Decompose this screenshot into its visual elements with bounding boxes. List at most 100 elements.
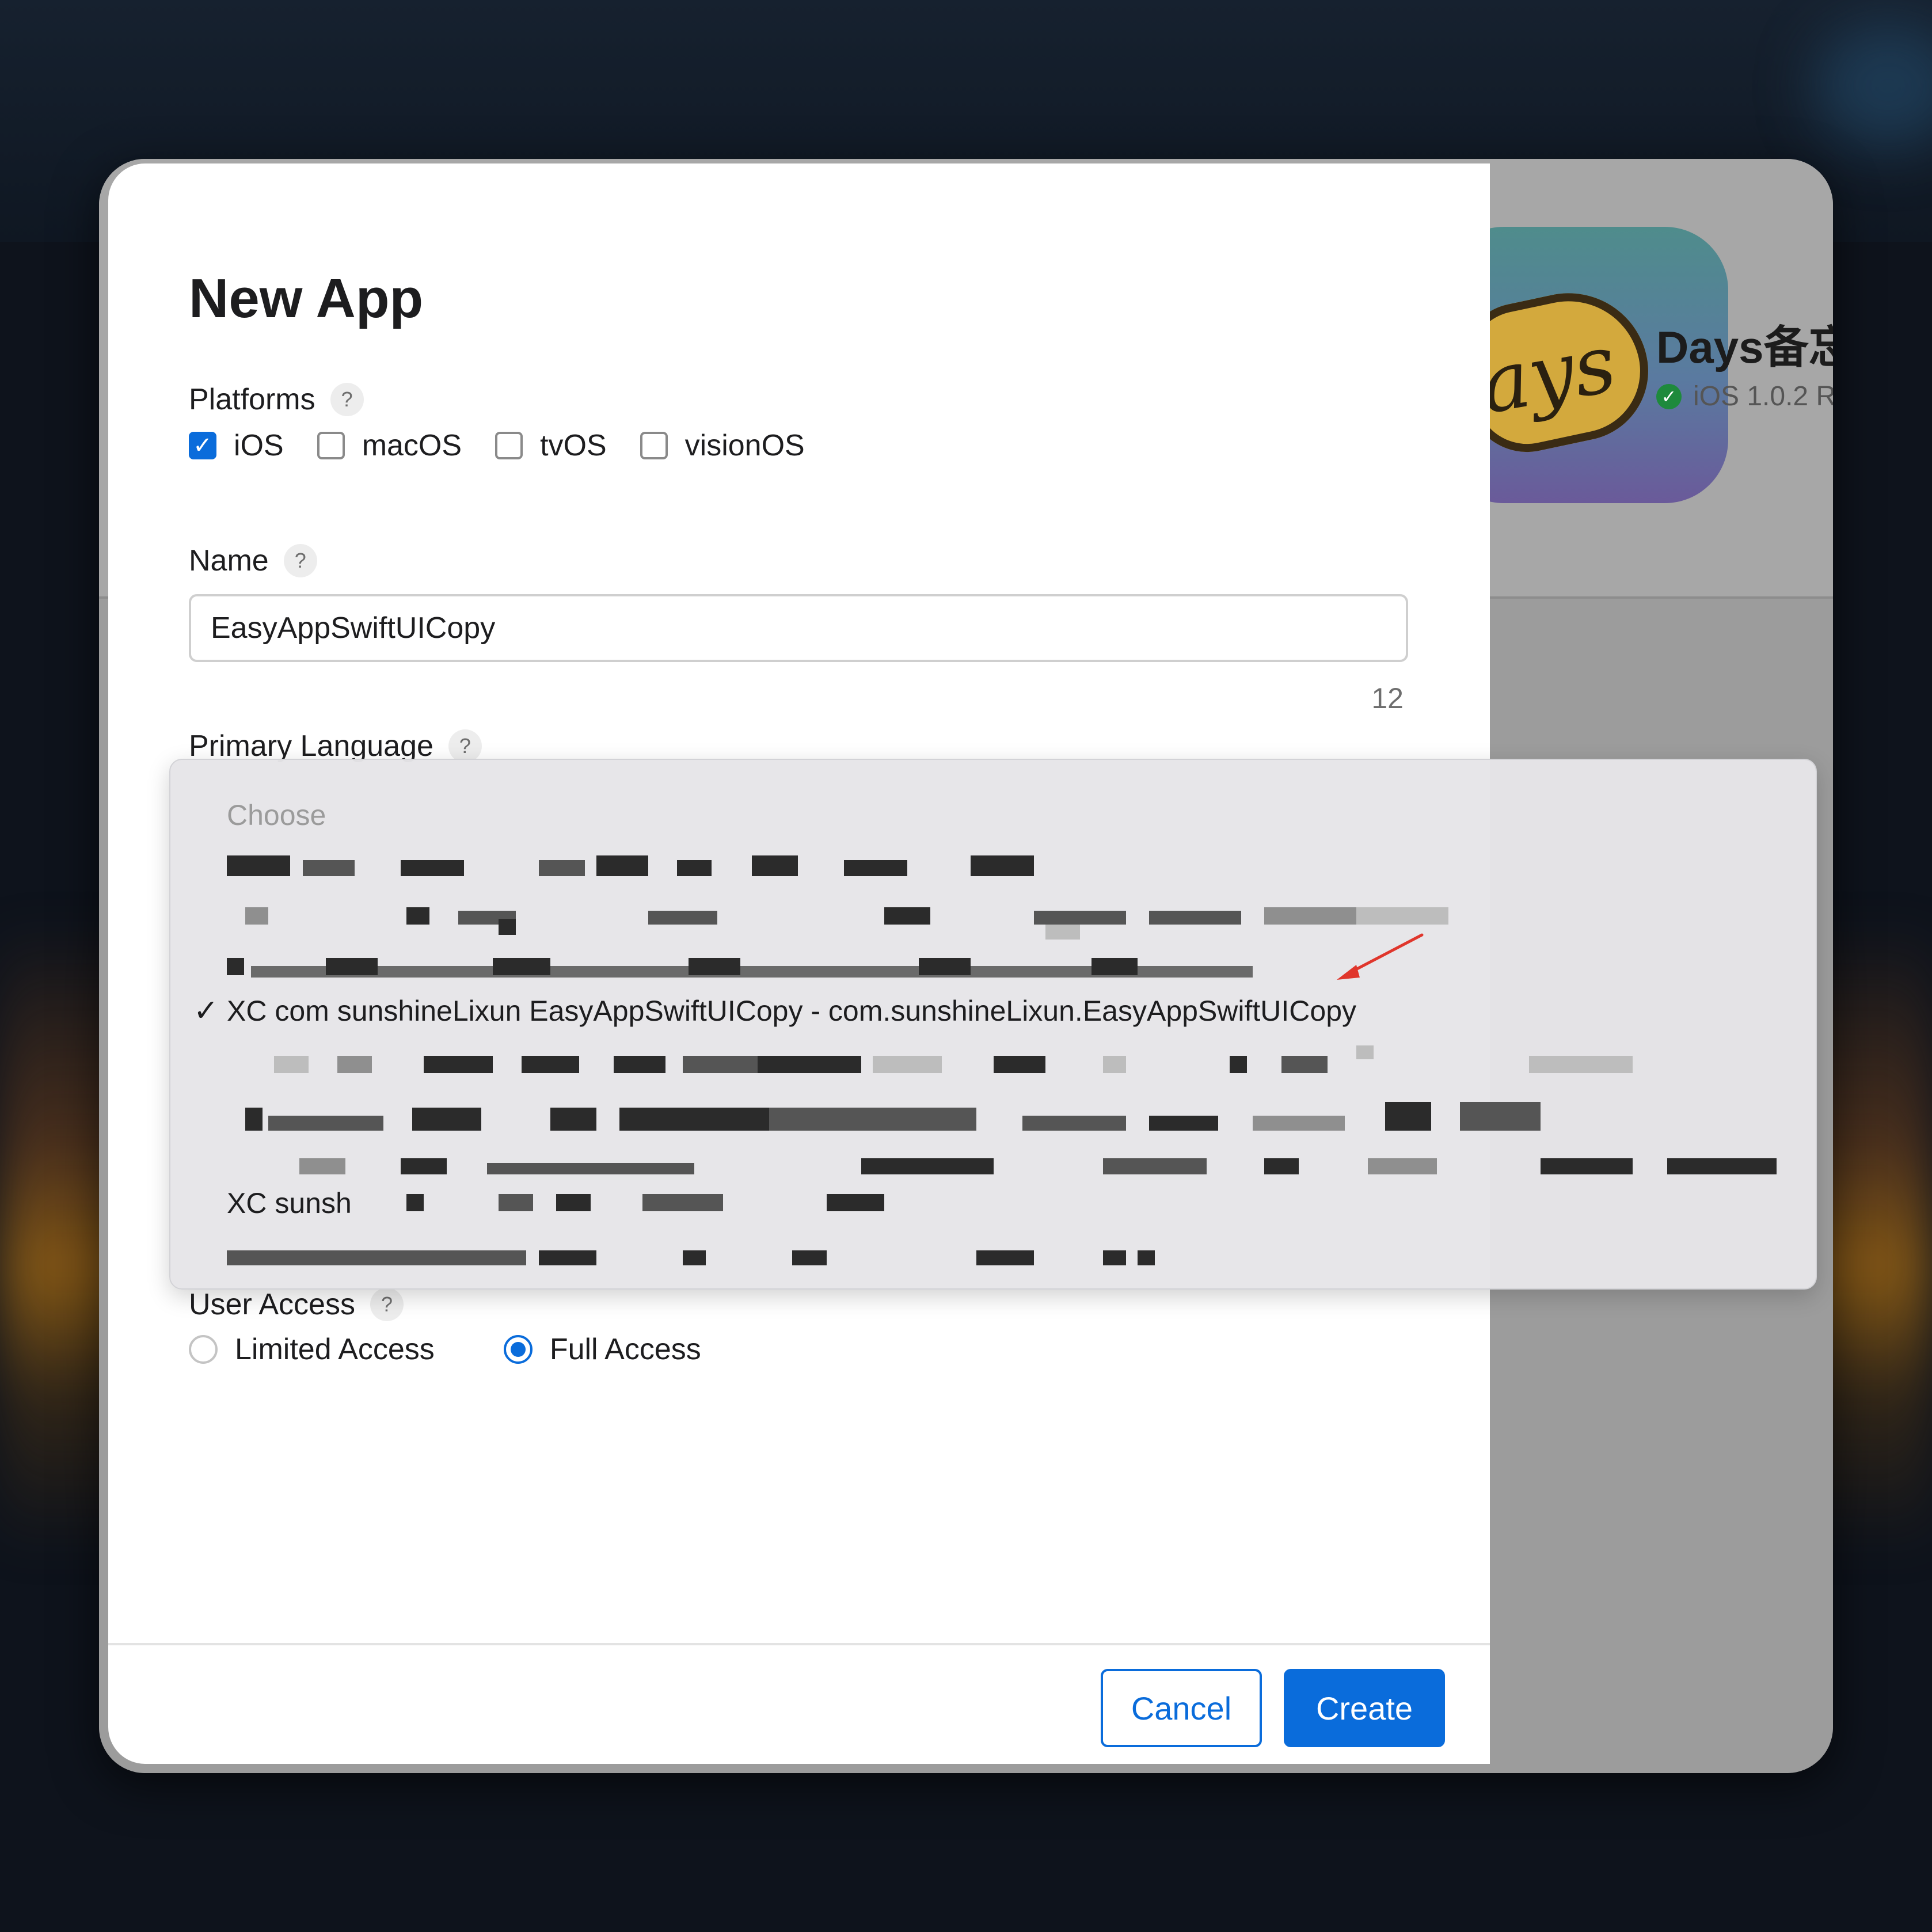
redaction-block: [1541, 1158, 1633, 1174]
redaction-block: [1034, 911, 1126, 925]
redaction-block: [752, 855, 798, 876]
platform-macos-checkbox[interactable]: macOS: [317, 428, 462, 463]
radio-selected-icon[interactable]: [503, 1335, 533, 1364]
primary-language-label: Primary Language: [189, 729, 433, 763]
redaction-block: [499, 919, 516, 935]
redaction-block: [619, 1108, 769, 1131]
redaction-block: [919, 958, 971, 975]
dropdown-item-partial[interactable]: XC sunsh: [170, 1178, 1816, 1229]
platform-ios-label: iOS: [234, 429, 284, 462]
bundle-id-dropdown-menu[interactable]: Choose ✓ XC com sunshineLixun EasyAppSwi…: [169, 759, 1817, 1290]
redaction-block: [873, 1056, 942, 1073]
dropdown-item-redacted[interactable]: [170, 841, 1816, 891]
dropdown-item-selected[interactable]: ✓ XC com sunshineLixun EasyAppSwiftUICop…: [170, 986, 1816, 1036]
redaction-block: [401, 860, 464, 876]
radio-empty-icon[interactable]: [189, 1335, 218, 1364]
redaction-block: [499, 1194, 533, 1211]
full-access-label: Full Access: [549, 1333, 701, 1366]
user-access-label: User Access: [189, 1288, 355, 1321]
background-app-status: ✓ iOS 1.0.2 R: [1656, 381, 1833, 412]
checkbox-empty-icon[interactable]: [640, 432, 668, 459]
redaction-block: [758, 1056, 861, 1073]
redaction-block: [227, 855, 290, 876]
limited-access-radio[interactable]: Limited Access: [189, 1332, 435, 1367]
redaction-block: [792, 1250, 827, 1265]
checkbox-checked-icon[interactable]: ✓: [189, 432, 216, 459]
redaction-block: [424, 1056, 493, 1073]
name-help-icon[interactable]: ?: [283, 544, 317, 577]
dropdown-item-redacted[interactable]: [170, 1040, 1816, 1090]
full-access-radio[interactable]: Full Access: [503, 1332, 701, 1367]
platforms-checkboxes: ✓ iOS macOS tvOS visionOS: [189, 428, 805, 463]
redaction-block: [487, 1163, 694, 1174]
redaction-block: [227, 1250, 526, 1265]
redaction-block: [539, 860, 585, 876]
redaction-block: [648, 911, 717, 925]
redaction-block: [326, 958, 378, 975]
redaction-block: [1253, 1116, 1345, 1131]
checkmark-icon: ✓: [193, 994, 219, 1028]
limited-access-label: Limited Access: [235, 1333, 435, 1366]
checkbox-empty-icon[interactable]: [317, 432, 345, 459]
redaction-block: [596, 855, 648, 876]
platform-tvos-label: tvOS: [540, 429, 607, 462]
dropdown-item-redacted[interactable]: [170, 1230, 1816, 1280]
platforms-label-row: Platforms ?: [189, 382, 364, 417]
dropdown-item-redacted[interactable]: [170, 940, 1816, 990]
redaction-block: [1103, 1158, 1207, 1174]
redaction-block: [994, 1056, 1045, 1073]
redaction-block: [268, 1116, 383, 1131]
redaction-block: [1045, 925, 1080, 940]
platform-macos-label: macOS: [362, 429, 462, 462]
name-char-count: 12: [1371, 682, 1404, 714]
user-access-label-row: User Access ?: [189, 1287, 404, 1322]
platforms-label: Platforms: [189, 383, 315, 416]
checkbox-empty-icon[interactable]: [495, 432, 523, 459]
redaction-block: [971, 855, 1034, 876]
platform-ios-checkbox[interactable]: ✓ iOS: [189, 428, 284, 463]
redaction-block: [299, 1158, 345, 1174]
redaction-block: [493, 958, 550, 975]
platforms-help-icon[interactable]: ?: [330, 383, 364, 416]
redaction-block: [401, 1158, 447, 1174]
redaction-block: [1149, 1116, 1218, 1131]
dropdown-placeholder: Choose: [170, 790, 1816, 841]
redaction-block: [1368, 1158, 1437, 1174]
user-access-radios: Limited Access Full Access: [189, 1332, 701, 1367]
platform-visionos-checkbox[interactable]: visionOS: [640, 428, 805, 463]
redaction-block: [642, 1194, 723, 1211]
footer-divider: [108, 1643, 1490, 1645]
redaction-block: [683, 1250, 706, 1265]
redaction-block: [406, 907, 429, 925]
redaction-block: [1281, 1056, 1328, 1073]
redaction-block: [614, 1056, 665, 1073]
dropdown-item-redacted[interactable]: [170, 890, 1816, 941]
redaction-block: [1149, 911, 1241, 925]
redaction-block: [1138, 1250, 1155, 1265]
redaction-block: [245, 1108, 263, 1131]
name-label: Name: [189, 544, 269, 577]
redaction-block: [412, 1108, 481, 1131]
cancel-button[interactable]: Cancel: [1101, 1669, 1262, 1747]
dropdown-placeholder-text: Choose: [227, 799, 326, 831]
dropdown-item-selected-text: XC com sunshineLixun EasyAppSwiftUICopy …: [227, 995, 1357, 1027]
checkmark-circle-icon: ✓: [1656, 383, 1682, 409]
redaction-block: [1356, 1045, 1374, 1059]
redaction-block: [1385, 1102, 1431, 1131]
redaction-block: [245, 907, 268, 925]
user-access-help-icon[interactable]: ?: [370, 1288, 404, 1321]
create-button[interactable]: Create: [1284, 1669, 1445, 1747]
redaction-block: [769, 1108, 976, 1131]
redaction-block: [844, 860, 907, 876]
platform-tvos-checkbox[interactable]: tvOS: [495, 428, 607, 463]
redaction-block: [227, 958, 244, 975]
platform-visionos-label: visionOS: [684, 429, 805, 462]
redaction-block: [1091, 958, 1138, 975]
primary-language-help-icon[interactable]: ?: [448, 729, 482, 763]
redaction-block: [1460, 1102, 1541, 1131]
redaction-block: [884, 907, 930, 925]
name-input[interactable]: EasyAppSwiftUICopy: [189, 594, 1408, 662]
redaction-block: [522, 1056, 579, 1073]
background-app-version: iOS 1.0.2 R: [1693, 381, 1833, 412]
dropdown-item-redacted[interactable]: [170, 1090, 1816, 1141]
